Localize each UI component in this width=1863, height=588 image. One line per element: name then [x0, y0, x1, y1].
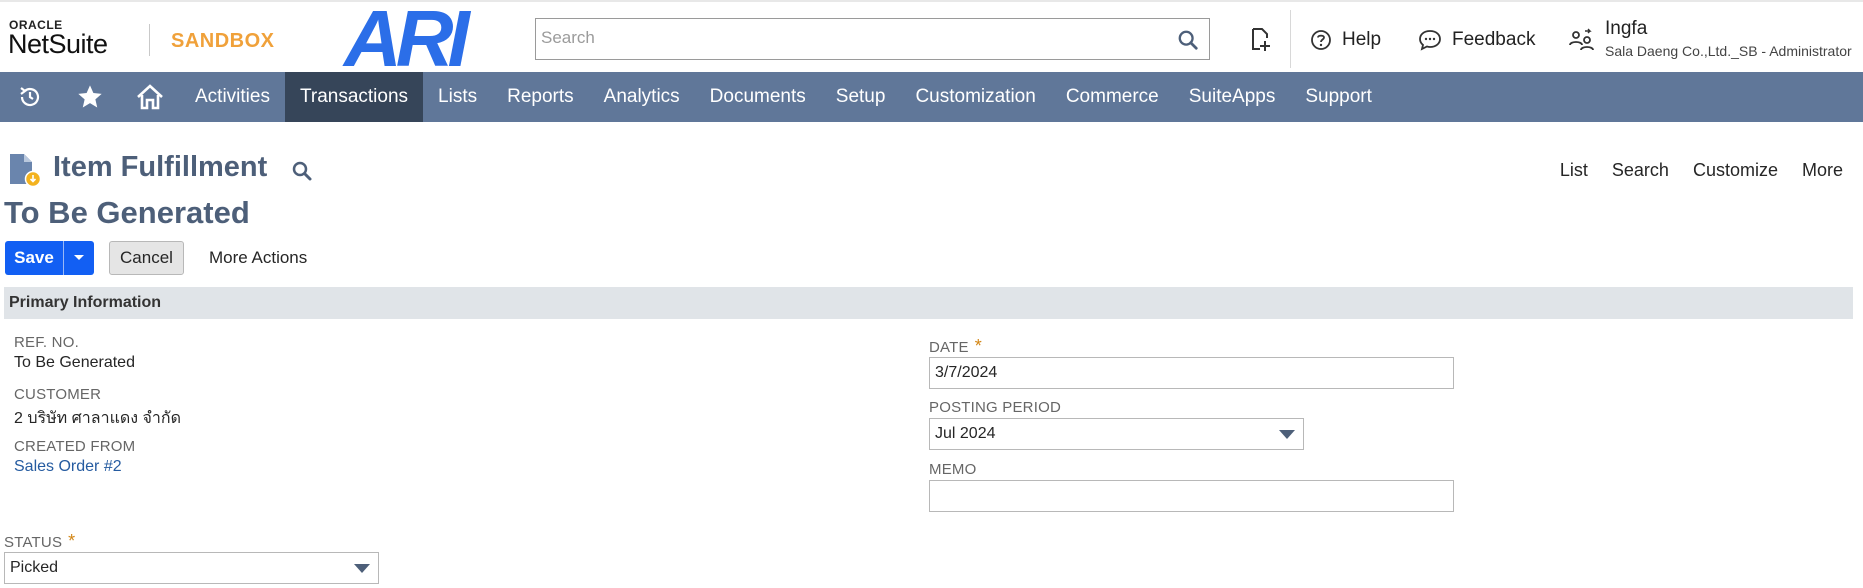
help-label: Help	[1342, 29, 1382, 50]
customer-label: CUSTOMER	[14, 386, 102, 403]
cancel-button[interactable]: Cancel	[109, 241, 184, 275]
save-button[interactable]: Save	[5, 241, 63, 275]
netsuite-logo[interactable]: NetSuite	[8, 29, 108, 60]
nav-setup[interactable]: Setup	[821, 72, 901, 122]
recent-records-icon[interactable]	[0, 72, 60, 122]
record-name: To Be Generated	[4, 195, 250, 230]
status-label: STATUS *	[4, 531, 75, 552]
ref-no-value: To Be Generated	[14, 354, 135, 371]
help-link[interactable]: Help	[1310, 26, 1381, 54]
page-title: Item Fulfillment	[53, 151, 268, 183]
page-links: List Search Customize More	[1560, 160, 1843, 181]
customize-link[interactable]: Customize	[1693, 160, 1778, 181]
help-icon	[1311, 30, 1331, 50]
feedback-icon	[1419, 30, 1441, 51]
nav-suiteapps[interactable]: SuiteApps	[1174, 72, 1291, 122]
role-switch-icon	[1569, 28, 1594, 51]
create-new-icon[interactable]	[1247, 26, 1273, 52]
company-logo: ARI	[342, 2, 478, 74]
section-title: Primary Information	[9, 294, 162, 311]
user-name: Ingfa	[1605, 18, 1648, 39]
status-label-text: STATUS	[4, 534, 63, 551]
nav-commerce[interactable]: Commerce	[1051, 72, 1174, 122]
customer-value: 2 บริษัท ศาลาแดง จำกัด	[14, 410, 181, 427]
nav-transactions[interactable]: Transactions	[284, 72, 424, 122]
nav-documents[interactable]: Documents	[695, 72, 821, 122]
company-logo-text: ARI	[342, 2, 472, 74]
chevron-down-icon	[354, 564, 370, 573]
date-label-text: DATE	[929, 339, 969, 356]
global-search-input[interactable]	[536, 19, 1156, 57]
posting-period-label: POSTING PERIOD	[929, 399, 1061, 416]
required-marker: *	[974, 336, 982, 356]
header-divider	[1290, 10, 1291, 68]
nav-reports[interactable]: Reports	[492, 72, 589, 122]
primary-information-section-header[interactable]: Primary Information	[4, 287, 1853, 319]
posting-period-value: Jul 2024	[935, 425, 996, 442]
nav-support[interactable]: Support	[1290, 72, 1387, 122]
save-options-button[interactable]	[63, 241, 94, 275]
favorites-star-icon[interactable]	[60, 72, 120, 122]
list-link[interactable]: List	[1560, 160, 1588, 181]
user-role: Sala Daeng Co.,Ltd._SB - Administrator	[1605, 43, 1852, 59]
feedback-label: Feedback	[1452, 29, 1536, 50]
search-icon[interactable]	[1177, 29, 1199, 51]
nav-customization[interactable]: Customization	[900, 72, 1050, 122]
created-from-link[interactable]: Sales Order #2	[14, 458, 122, 476]
search-link[interactable]: Search	[1612, 160, 1669, 181]
chevron-down-icon	[1279, 430, 1295, 439]
date-field[interactable]: 3/7/2024	[929, 357, 1454, 389]
home-icon[interactable]	[120, 72, 180, 122]
date-label: DATE *	[929, 336, 982, 357]
required-marker: *	[68, 531, 76, 551]
nav-activities[interactable]: Activities	[180, 72, 285, 122]
record-search-icon[interactable]	[291, 160, 313, 182]
main-navigation: Activities Transactions Lists Reports An…	[0, 72, 1863, 122]
logo-divider	[149, 24, 150, 56]
sandbox-badge: SANDBOX	[171, 30, 275, 52]
memo-field[interactable]	[929, 480, 1454, 512]
nav-lists[interactable]: Lists	[423, 72, 492, 122]
global-search	[535, 18, 1210, 60]
more-link[interactable]: More	[1802, 160, 1843, 181]
status-select[interactable]: Picked	[4, 552, 379, 584]
ref-no-label: REF. NO.	[14, 334, 79, 351]
created-from-label: CREATED FROM	[14, 438, 136, 455]
chevron-down-icon	[74, 255, 84, 260]
item-fulfillment-record-icon	[10, 154, 42, 188]
status-value: Picked	[10, 559, 59, 576]
save-button-group: Save	[5, 241, 94, 275]
more-actions-menu[interactable]: More Actions	[209, 248, 307, 268]
posting-period-select[interactable]: Jul 2024	[929, 418, 1304, 450]
global-header: ORACLE NetSuite SANDBOX ARI Help	[0, 0, 1863, 74]
nav-analytics[interactable]: Analytics	[589, 72, 695, 122]
feedback-link[interactable]: Feedback	[1418, 26, 1535, 54]
memo-label: MEMO	[929, 461, 977, 478]
